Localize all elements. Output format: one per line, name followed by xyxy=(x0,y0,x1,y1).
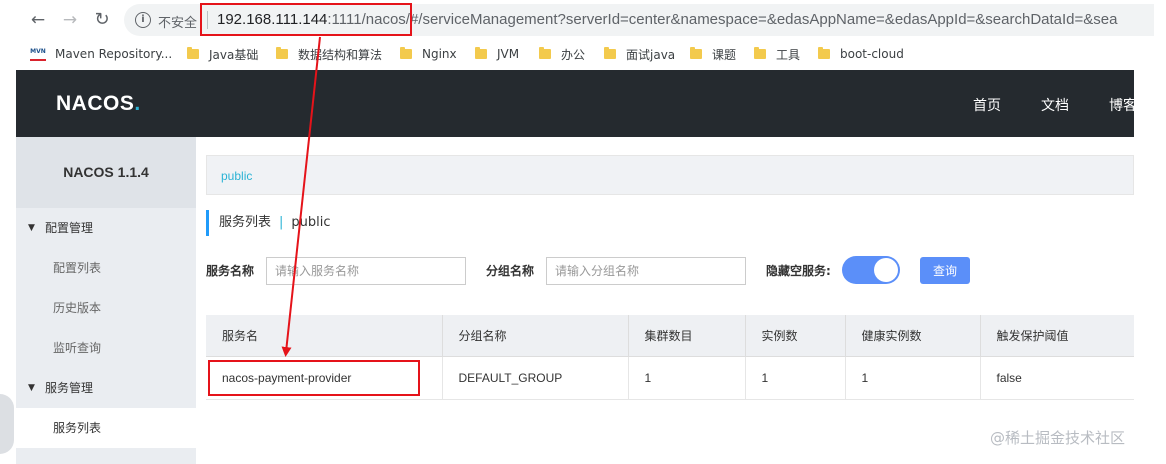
url-host: 192.168.111.144 xyxy=(217,11,328,28)
sidebar-collapse-handle[interactable] xyxy=(0,394,14,454)
bookmark-label: boot-cloud xyxy=(840,47,904,61)
sidebar-item-history[interactable]: 历史版本 xyxy=(16,288,196,328)
bookmark-label: 数据结构和算法 xyxy=(298,47,383,62)
col-service-name: 服务名 xyxy=(206,315,443,357)
bookmark-label: Maven Repository... xyxy=(55,47,173,61)
sidebar-group-label: 配置管理 xyxy=(45,221,94,235)
bookmark-label: Java基础 xyxy=(209,47,259,62)
bookmark-label: 课题 xyxy=(712,47,737,62)
nacos-header: NACOS. 首页 文档 博客 xyxy=(16,70,1137,137)
service-name-input[interactable] xyxy=(266,257,466,285)
cell-protect-threshold: false xyxy=(980,356,1134,400)
col-instance-count: 实例数 xyxy=(745,315,846,357)
bookmark-maven-repository[interactable]: MVN Maven Repository... xyxy=(30,45,172,63)
folder-icon xyxy=(690,47,702,59)
caret-down-icon: ▼ xyxy=(28,383,35,393)
folder-icon xyxy=(400,47,412,59)
maven-icon: MVN xyxy=(30,48,46,61)
folder-icon xyxy=(604,47,616,59)
page-title-text: 服务列表 xyxy=(219,215,272,230)
namespace-bar: public xyxy=(206,155,1134,195)
info-icon[interactable]: i xyxy=(135,12,151,28)
sidebar-item-service-list[interactable]: 服务列表 xyxy=(16,408,196,448)
col-healthy-count: 健康实例数 xyxy=(845,315,981,357)
sidebar: NACOS 1.1.4 ▼ 配置管理 配置列表 历史版本 监听查询 ▼ 服务管理… xyxy=(16,137,196,464)
bookmark-label: 面试java xyxy=(626,47,676,62)
namespace-public[interactable]: public xyxy=(221,169,252,183)
col-cluster-count: 集群数目 xyxy=(628,315,746,357)
bookmarks-bar: MVN Maven Repository... Java基础 数据结构和算法 N… xyxy=(0,40,1166,68)
sidebar-group-label: 服务管理 xyxy=(45,381,94,395)
bookmark-label: 办公 xyxy=(561,47,586,62)
col-group-name: 分组名称 xyxy=(442,315,629,357)
caret-down-icon: ▼ xyxy=(28,223,35,233)
sidebar-item-listener-query[interactable]: 监听查询 xyxy=(16,328,196,368)
folder-icon xyxy=(754,47,766,59)
cell-instance-count: 1 xyxy=(745,356,846,400)
logo-dot: . xyxy=(134,92,141,115)
bookmark-tools[interactable]: 工具 xyxy=(754,45,800,63)
insecure-label: 不安全 xyxy=(158,16,198,31)
nav-blog[interactable]: 博客 xyxy=(1109,95,1137,115)
cell-cluster-count: 1 xyxy=(628,356,746,400)
watermark: @稀土掘金技术社区 xyxy=(990,429,1126,447)
service-table: 服务名 分组名称 集群数目 实例数 健康实例数 触发保护阈值 nacos-pay… xyxy=(206,315,1134,400)
folder-icon xyxy=(818,47,830,59)
cell-group-name: DEFAULT_GROUP xyxy=(442,356,629,400)
bookmark-label: JVM xyxy=(497,47,520,61)
title-separator: | xyxy=(279,215,284,230)
url-path: :1111/nacos/#/serviceManagement?serverId… xyxy=(327,11,1118,28)
bookmark-boot-cloud[interactable]: boot-cloud xyxy=(818,45,904,63)
back-arrow-icon[interactable]: ← xyxy=(26,8,50,32)
bookmark-label: 工具 xyxy=(776,47,801,62)
group-name-label: 分组名称 xyxy=(486,264,535,278)
nav-docs[interactable]: 文档 xyxy=(1041,95,1069,115)
bookmark-office[interactable]: 办公 xyxy=(539,45,585,63)
sidebar-group-config-management[interactable]: ▼ 配置管理 xyxy=(16,208,196,248)
nacos-logo[interactable]: NACOS. xyxy=(56,92,141,116)
table-header-row: 服务名 分组名称 集群数目 实例数 健康实例数 触发保护阈值 xyxy=(206,315,1134,357)
group-name-input[interactable] xyxy=(546,257,746,285)
browser-toolbar: ← → ↻ i 不安全 192.168.111.144:1111/nacos/#… xyxy=(0,0,1166,40)
bookmark-java-basics[interactable]: Java基础 xyxy=(187,45,258,63)
folder-icon xyxy=(276,47,288,59)
col-protect-threshold: 触发保护阈值 xyxy=(980,315,1134,357)
cell-service-name[interactable]: nacos-payment-provider xyxy=(206,356,443,400)
bookmark-data-structures[interactable]: 数据结构和算法 xyxy=(276,45,382,63)
bookmark-nginx[interactable]: Nginx xyxy=(400,45,457,63)
toggle-knob xyxy=(874,258,898,282)
query-button[interactable]: 查询 xyxy=(920,257,970,284)
page-title-namespace: public xyxy=(291,215,331,230)
forward-arrow-icon[interactable]: → xyxy=(58,8,82,32)
bookmark-interview-java[interactable]: 面试java xyxy=(604,45,675,63)
bookmark-topics[interactable]: 课题 xyxy=(690,45,736,63)
sidebar-group-service-management[interactable]: ▼ 服务管理 xyxy=(16,368,196,408)
bookmark-jvm[interactable]: JVM xyxy=(475,45,519,63)
cell-healthy-count: 1 xyxy=(845,356,981,400)
address-bar[interactable]: i 不安全 192.168.111.144:1111/nacos/#/servi… xyxy=(124,4,1154,36)
folder-icon xyxy=(475,47,487,59)
folder-icon xyxy=(187,47,199,59)
sidebar-version: NACOS 1.1.4 xyxy=(16,137,196,208)
url-text[interactable]: 192.168.111.144:1111/nacos/#/serviceMana… xyxy=(217,11,1117,28)
bookmark-label: Nginx xyxy=(422,47,457,61)
service-name-label: 服务名称 xyxy=(206,264,255,278)
reload-icon[interactable]: ↻ xyxy=(90,8,114,32)
hide-empty-label: 隐藏空服务: xyxy=(766,264,831,278)
url-divider xyxy=(207,11,208,29)
table-row[interactable]: nacos-payment-provider DEFAULT_GROUP 1 1… xyxy=(206,356,1134,400)
folder-icon xyxy=(539,47,551,59)
hide-empty-toggle[interactable] xyxy=(842,256,900,284)
page-title: 服务列表 | public xyxy=(206,210,331,236)
logo-text: NACOS xyxy=(56,92,135,115)
nav-home[interactable]: 首页 xyxy=(973,95,1001,115)
sidebar-item-config-list[interactable]: 配置列表 xyxy=(16,248,196,288)
